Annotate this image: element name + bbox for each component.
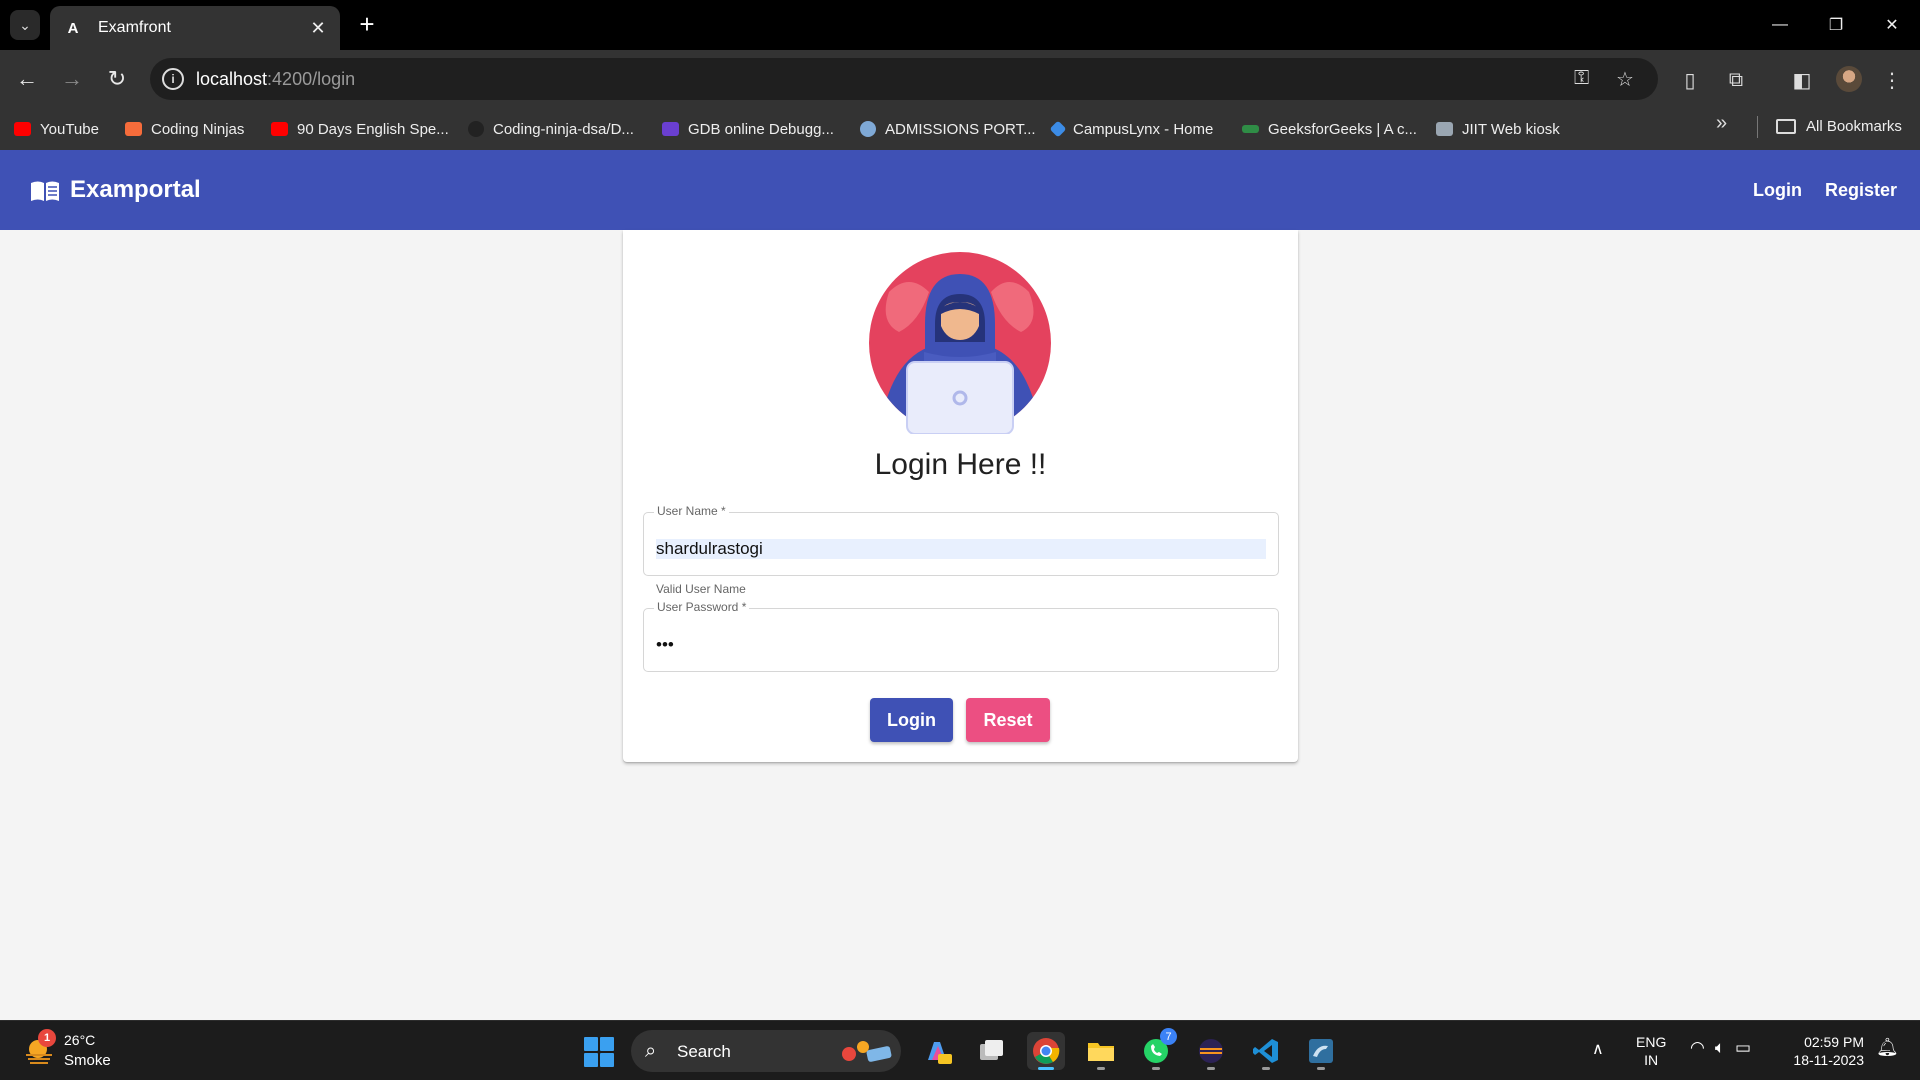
- open-indicator: [1152, 1067, 1160, 1070]
- open-indicator: [1262, 1067, 1270, 1070]
- browser-tab[interactable]: A Examfront ✕: [50, 6, 340, 50]
- bookmark-item[interactable]: ADMISSIONS PORT...: [860, 118, 1036, 140]
- bookmarks-divider: [1757, 116, 1758, 138]
- youtube-icon: [14, 122, 31, 136]
- bookmark-item[interactable]: CampusLynx - Home: [1049, 118, 1213, 140]
- weather-alert-badge: 1: [38, 1029, 56, 1047]
- app-brand[interactable]: Examportal: [70, 176, 201, 204]
- side-panel-icon[interactable]: ◧: [1788, 66, 1816, 94]
- gdb-icon: [662, 122, 679, 136]
- password-label: User Password *: [654, 600, 750, 614]
- bookmark-star-icon[interactable]: ☆: [1616, 67, 1634, 92]
- bookmarks-bar: YouTube Coding Ninjas 90 Days English Sp…: [0, 108, 1920, 150]
- url-text[interactable]: localhost:4200/login: [196, 69, 355, 90]
- back-button[interactable]: ←: [10, 62, 44, 96]
- username-input[interactable]: [656, 539, 1266, 559]
- globe-icon: [860, 121, 876, 137]
- copilot-app-icon[interactable]: [918, 1032, 956, 1070]
- campuslynx-icon: [1049, 120, 1067, 138]
- angular-favicon-icon: A: [67, 19, 79, 37]
- open-indicator: [1097, 1067, 1105, 1070]
- volume-icon[interactable]: 🔈︎: [1715, 1038, 1725, 1058]
- username-label: User Name *: [654, 504, 729, 518]
- bookmark-item[interactable]: Coding-ninja-dsa/D...: [468, 118, 634, 140]
- username-hint: Valid User Name: [656, 582, 746, 596]
- forward-button[interactable]: →: [55, 62, 89, 96]
- book-icon: [31, 181, 59, 201]
- restore-button[interactable]: ❐: [1808, 0, 1864, 50]
- github-icon: [468, 121, 484, 137]
- tab-title: Examfront: [98, 19, 171, 36]
- chrome-app-icon[interactable]: [1027, 1032, 1065, 1070]
- profile-avatar[interactable]: [1836, 66, 1862, 92]
- more-bookmarks-chevron-icon[interactable]: »: [1716, 112, 1727, 135]
- password-input[interactable]: [656, 635, 1266, 655]
- menu-dots-icon[interactable]: ⋮: [1878, 66, 1906, 94]
- app-toolbar: Examportal Login Register: [0, 150, 1920, 230]
- weather-temperature[interactable]: 26°C: [64, 1032, 95, 1048]
- file-explorer-icon[interactable]: [1082, 1032, 1120, 1070]
- weather-description[interactable]: Smoke: [64, 1052, 111, 1069]
- browser-tab-strip: ⌄ A Examfront ✕ + — ❐ ✕: [0, 0, 1920, 50]
- open-indicator: [1317, 1067, 1325, 1070]
- browser-toolbar: ← → ↻ i localhost:4200/login ⚿ ☆ ▯ ⧉ ◧ ⋮: [0, 50, 1920, 108]
- active-indicator: [1038, 1067, 1054, 1070]
- bookmark-item[interactable]: JIIT Web kiosk: [1436, 118, 1560, 140]
- bookmark-item[interactable]: GDB online Debugg...: [662, 118, 834, 140]
- geeksforgeeks-icon: [1242, 125, 1259, 133]
- taskbar-search[interactable]: ⌕ Search: [631, 1030, 901, 1072]
- search-label: Search: [677, 1042, 731, 1061]
- folder-icon: [1776, 119, 1796, 134]
- hacker-avatar-image: [869, 252, 1051, 434]
- reset-button[interactable]: Reset: [966, 698, 1050, 742]
- notification-badge: 7: [1160, 1028, 1177, 1045]
- login-heading: Login Here !!: [874, 448, 1047, 481]
- task-view-icon[interactable]: [972, 1032, 1010, 1070]
- close-icon[interactable]: ✕: [308, 18, 328, 39]
- system-clock[interactable]: 02:59 PM 18-11-2023: [1784, 1033, 1864, 1069]
- battery-charging-icon[interactable]: ▭: [1735, 1038, 1751, 1058]
- all-bookmarks-button[interactable]: All Bookmarks: [1776, 118, 1902, 135]
- login-card: Login Here !! User Name * Valid User Nam…: [623, 230, 1298, 762]
- window-close-button[interactable]: ✕: [1864, 0, 1920, 50]
- password-key-icon[interactable]: ⚿: [1574, 67, 1589, 90]
- notification-bell-icon[interactable]: 🔔︎: [1876, 1037, 1899, 1058]
- extensions-puzzle-icon[interactable]: ⧉: [1722, 66, 1750, 94]
- address-bar[interactable]: i localhost:4200/login ⚿ ☆: [150, 58, 1658, 100]
- bookmark-item[interactable]: YouTube: [14, 118, 99, 140]
- whatsapp-app-icon[interactable]: 7: [1137, 1028, 1177, 1070]
- language-indicator[interactable]: ENG IN: [1636, 1033, 1666, 1069]
- windows-start-icon[interactable]: [584, 1037, 614, 1067]
- minimize-button[interactable]: —: [1752, 0, 1808, 50]
- nav-register-link[interactable]: Register: [1825, 180, 1897, 201]
- eclipse-app-icon[interactable]: [1192, 1032, 1230, 1070]
- extension-mouse-icon[interactable]: ▯: [1676, 66, 1704, 94]
- bookmark-item[interactable]: GeeksforGeeks | A c...: [1242, 118, 1417, 140]
- new-tab-button[interactable]: +: [352, 10, 382, 40]
- site-info-icon[interactable]: i: [162, 68, 184, 90]
- search-icon: ⌕: [645, 1040, 657, 1062]
- open-indicator: [1207, 1067, 1215, 1070]
- show-hidden-icons-chevron-icon[interactable]: ∧: [1592, 1039, 1604, 1059]
- bookmark-item[interactable]: 90 Days English Spe...: [271, 118, 449, 140]
- tab-search-button[interactable]: ⌄: [10, 10, 40, 40]
- mysql-workbench-icon[interactable]: [1302, 1032, 1340, 1070]
- password-field[interactable]: User Password *: [643, 600, 1279, 672]
- search-highlight-image: [842, 1041, 892, 1062]
- coding-ninjas-icon: [125, 122, 142, 136]
- youtube-icon: [271, 122, 288, 136]
- username-field[interactable]: User Name *: [643, 504, 1279, 576]
- login-button[interactable]: Login: [870, 698, 953, 742]
- wifi-icon[interactable]: ◠: [1690, 1038, 1705, 1058]
- bookmark-item[interactable]: Coding Ninjas: [125, 118, 244, 140]
- nav-login-link[interactable]: Login: [1753, 180, 1802, 201]
- reload-button[interactable]: ↻: [100, 62, 134, 96]
- windows-taskbar: 1 26°C Smoke ⌕ Search 7 ∧ ENG IN ◠ 🔈︎ ▭ …: [0, 1020, 1920, 1080]
- vscode-app-icon[interactable]: [1247, 1032, 1285, 1070]
- jiit-icon: [1436, 122, 1453, 136]
